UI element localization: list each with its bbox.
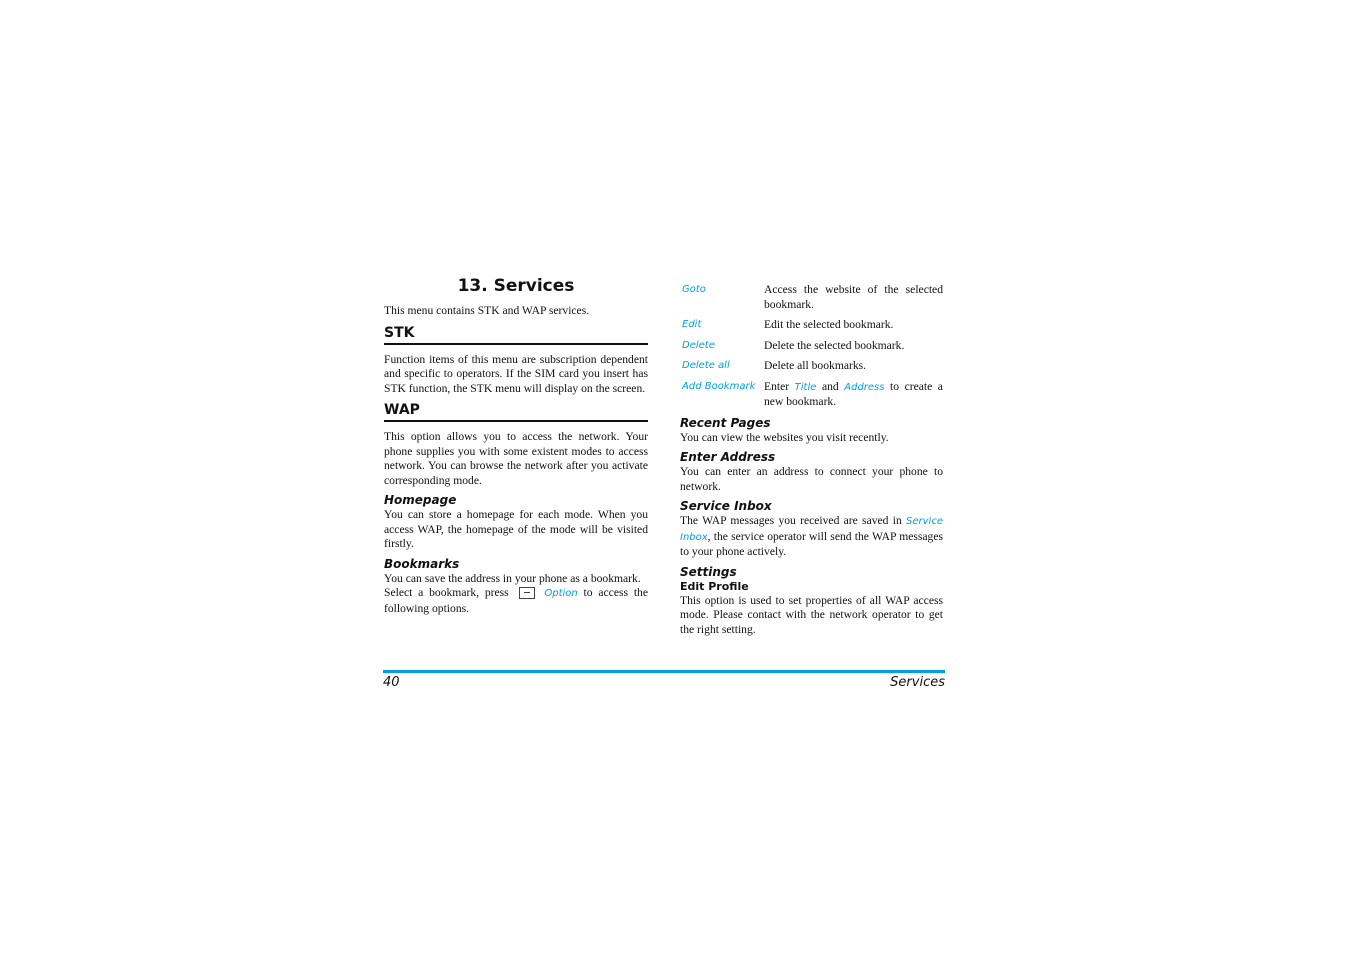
text: Select a bookmark, press bbox=[384, 586, 509, 599]
text: , the service operator will send the WAP… bbox=[680, 529, 943, 559]
option-name: Delete all bbox=[682, 360, 730, 371]
option-name: Edit bbox=[682, 319, 702, 330]
option-label: Option bbox=[544, 588, 578, 599]
left-column: 13. Services This menu contains STK and … bbox=[384, 276, 648, 616]
intro-text: This menu contains STK and WAP services. bbox=[384, 304, 590, 317]
bookmark-options: Goto Access the website of the selected b… bbox=[680, 283, 943, 410]
wap-text: This option allows you to access the net… bbox=[384, 430, 648, 487]
address-label: Address bbox=[844, 381, 885, 393]
option-row: Delete Delete the selected bookmark. bbox=[682, 339, 943, 354]
inbox-text: The WAP messages you received are saved … bbox=[680, 514, 943, 560]
edit-profile-heading: Edit Profile bbox=[680, 579, 749, 593]
stk-heading: STK bbox=[384, 325, 648, 345]
text: and bbox=[821, 379, 839, 393]
option-desc: Delete the selected bookmark. bbox=[764, 338, 905, 352]
text: Enter bbox=[764, 379, 790, 393]
settings-text: This option is used to set properties of… bbox=[680, 593, 943, 636]
homepage-heading: Homepage bbox=[384, 493, 457, 507]
page-title: 13. Services bbox=[457, 276, 575, 296]
option-row: Add Bookmark Enter Title and Address to c… bbox=[682, 380, 943, 410]
bookmarks-select-text: Select a bookmark, press Option to acces… bbox=[384, 586, 648, 616]
bookmarks-heading: Bookmarks bbox=[384, 556, 460, 571]
page-number: 40 bbox=[383, 675, 400, 690]
option-row: Edit Edit the selected bookmark. bbox=[682, 318, 943, 333]
recent-text: You can view the websites you visit rece… bbox=[680, 430, 889, 444]
option-desc: Access the website of the selected bookm… bbox=[764, 283, 943, 311]
option-desc: Edit the selected bookmark. bbox=[764, 318, 894, 331]
enter-text: You can enter an address to connect your… bbox=[680, 465, 943, 493]
inbox-heading: Service Inbox bbox=[680, 499, 772, 513]
option-name: Add Bookmark bbox=[682, 380, 756, 392]
footer-section: Services bbox=[890, 675, 945, 690]
stk-text: Function items of this menu are subscrip… bbox=[384, 352, 648, 395]
text: The WAP messages you received are saved … bbox=[680, 514, 902, 527]
option-name: Delete bbox=[682, 339, 715, 351]
option-name: Goto bbox=[682, 284, 706, 295]
settings-heading: Settings bbox=[680, 564, 737, 579]
title-label: Title bbox=[794, 381, 817, 393]
homepage-text: You can store a homepage for each mode. … bbox=[384, 508, 648, 550]
option-desc: Enter Title and Address to create a new … bbox=[764, 380, 943, 410]
enter-heading: Enter Address bbox=[680, 450, 776, 464]
right-column: Goto Access the website of the selected b… bbox=[680, 283, 943, 637]
recent-heading: Recent Pages bbox=[680, 415, 771, 430]
option-row: Delete all Delete all bookmarks. bbox=[682, 359, 943, 374]
left-softkey-icon bbox=[518, 587, 535, 600]
option-desc: Delete all bookmarks. bbox=[764, 359, 867, 372]
option-row: Goto Access the website of the selected b… bbox=[682, 283, 943, 312]
wap-heading: WAP bbox=[384, 402, 648, 422]
bookmarks-text: You can save the address in your phone a… bbox=[384, 571, 641, 585]
page-footer: 40 Services bbox=[383, 670, 945, 690]
